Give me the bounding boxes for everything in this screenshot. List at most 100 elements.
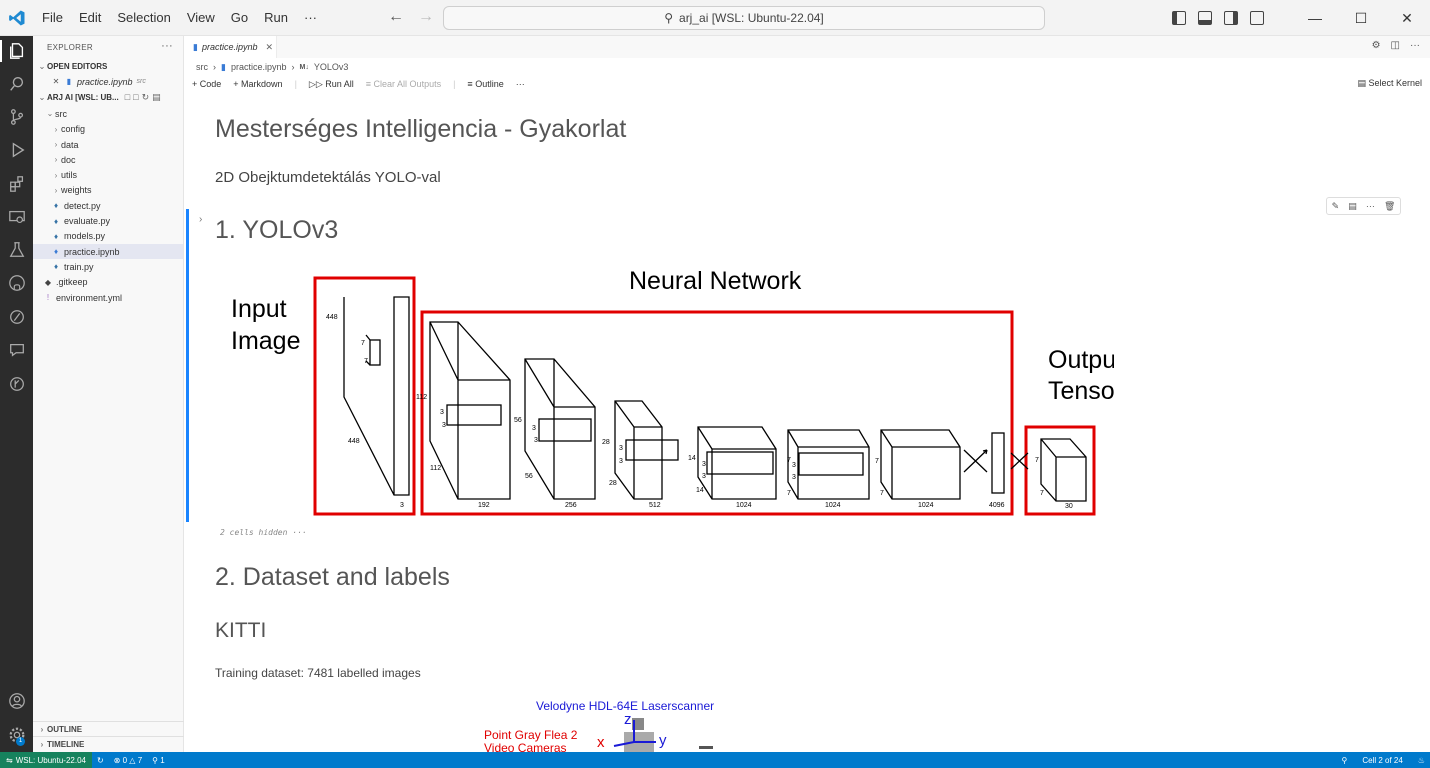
fc-cross-1 (963, 449, 988, 473)
sync-icon[interactable]: ↻ (92, 756, 109, 765)
chat-icon[interactable] (6, 339, 28, 361)
cell-more-icon[interactable]: ··· (1366, 201, 1375, 211)
close-tab-icon[interactable]: ✕ (265, 42, 273, 53)
layer6-cube (880, 429, 961, 500)
tree-item-evaluate-py[interactable]: ♦ evaluate.py (33, 213, 183, 228)
split-cell-icon[interactable]: ▤ (1348, 201, 1357, 212)
delete-trash-icon[interactable]: 🗑 (1384, 201, 1395, 212)
extensions-icon[interactable] (6, 173, 28, 195)
explorer-title: EXPLORER (47, 42, 93, 52)
outline-button[interactable]: ≡ Outline (467, 79, 503, 89)
yaml-file-icon: ! (46, 293, 50, 302)
tree-item-detect-py[interactable]: ♦ detect.py (33, 198, 183, 213)
timeline-history-icon[interactable] (6, 373, 28, 395)
gear-icon[interactable]: ⚙ (1372, 40, 1381, 51)
split-editor-icon[interactable]: ◫ (1391, 40, 1400, 51)
timeline-section[interactable]: › TIMELINE (33, 736, 184, 751)
workspace-section[interactable]: ⌄ ARJ AI [WSL: UB... □□↻▤ (33, 89, 183, 106)
add-markdown-button[interactable]: + Markdown (233, 79, 282, 89)
open-editors-section[interactable]: ⌄ OPEN EDITORS (33, 58, 183, 74)
tree-item-practice-ipynb[interactable]: ♦ practice.ipynb (33, 243, 183, 260)
close-window-button[interactable]: ✕ (1384, 0, 1430, 36)
tree-item-label: environment.yml (56, 292, 123, 303)
search-icon[interactable] (6, 73, 28, 95)
toolbar-more-button[interactable]: ··· (516, 79, 525, 89)
tree-item-label: models.py (64, 231, 106, 242)
customize-layout-icon[interactable] (1250, 11, 1264, 25)
notebook-toolbar: + Code + Markdown | ▷▷ Run All ≡ Clear A… (192, 78, 525, 90)
edit-pencil-icon[interactable]: ✎ (1332, 201, 1340, 212)
dim-label: 3 (440, 409, 444, 416)
run-all-button[interactable]: ▷▷ Run All (309, 79, 354, 90)
run-all-icon: ▷▷ (308, 78, 326, 89)
warning-icon: △ (129, 755, 136, 765)
menu-run[interactable]: Run (256, 0, 296, 36)
open-editor-item[interactable]: ✕ ▮ practice.ipynb src (33, 74, 183, 89)
explorer-icon[interactable] (6, 40, 28, 62)
dim-label: 3 (619, 445, 623, 452)
forward-arrow-icon[interactable]: → (418, 8, 434, 26)
kitti-heading: KITTI (215, 619, 267, 642)
warning-count: 7 (137, 755, 143, 765)
minimize-button[interactable]: — (1292, 0, 1338, 36)
cell-position[interactable]: Cell 2 of 24 (1352, 756, 1412, 765)
run-debug-icon[interactable] (6, 139, 28, 161)
command-center-search[interactable]: ⚲ arj_ai [WSL: Ubuntu-22.04] (443, 6, 1045, 30)
chevron-right-icon: › (54, 170, 58, 180)
menu-more[interactable]: ··· (296, 0, 325, 36)
dim-label: 7 (875, 458, 879, 465)
remote-indicator[interactable]: ⇋ WSL: Ubuntu-22.04 (0, 752, 92, 768)
dim-label: 112 (430, 465, 441, 472)
add-code-button[interactable]: + Code (192, 79, 221, 89)
clear-outputs-button[interactable]: ≡ Clear All Outputs (366, 79, 441, 89)
dim-label: 3 (534, 437, 538, 444)
tree-item-config[interactable]: › config (33, 122, 183, 137)
menu-edit[interactable]: Edit (71, 0, 109, 36)
zoom-icon[interactable]: ⚲ (1337, 756, 1353, 765)
back-arrow-icon[interactable]: ← (388, 8, 404, 26)
close-icon[interactable]: ✕ (51, 77, 61, 86)
menu-view[interactable]: View (179, 0, 223, 36)
outline-section[interactable]: › OUTLINE (33, 721, 184, 736)
menu-selection[interactable]: Selection (109, 0, 178, 36)
breadcrumb-section[interactable]: YOLOv3 (314, 62, 349, 72)
python-env-icon[interactable] (6, 306, 28, 328)
account-icon[interactable] (6, 690, 28, 712)
tree-item-src[interactable]: ⌄ src (33, 106, 183, 121)
tree-item-doc[interactable]: › doc (33, 152, 183, 167)
remote-explorer-icon[interactable] (6, 206, 28, 228)
tree-item-train-py[interactable]: ♦ train.py (33, 259, 183, 274)
github-icon[interactable] (6, 272, 28, 294)
tree-item-environment-yml[interactable]: ! environment.yml (33, 290, 183, 305)
tree-item-gitkeep[interactable]: ◆ .gitkeep (33, 275, 183, 290)
dim-label: 7 (364, 358, 368, 365)
menu-file[interactable]: File (34, 0, 71, 36)
tree-item-label: detect.py (64, 200, 101, 211)
collapse-chevron-icon[interactable]: › (199, 214, 202, 225)
section-yolov3-heading: 1. YOLOv3 (215, 216, 339, 244)
tree-item-utils[interactable]: › utils (33, 167, 183, 182)
select-kernel-button[interactable]: ▤ Select Kernel (1357, 78, 1422, 89)
workspace-actions-icon[interactable]: □□↻▤ (125, 92, 164, 103)
testing-flask-icon[interactable] (6, 239, 28, 261)
toggle-panel-icon[interactable] (1198, 11, 1212, 25)
tab-practice-ipynb[interactable]: ▮ practice.ipynb ✕ (184, 36, 277, 58)
notifications-bell-icon[interactable]: ♨ (1413, 756, 1430, 765)
section-dataset-heading: 2. Dataset and labels (215, 563, 450, 591)
menu-go[interactable]: Go (223, 0, 256, 36)
dim-label: 4096 (989, 502, 1005, 509)
hidden-cells-indicator[interactable]: 2 cells hidden ··· (220, 528, 307, 537)
tree-item-data[interactable]: › data (33, 137, 183, 152)
more-actions-icon[interactable]: ··· (161, 40, 173, 52)
tree-item-models-py[interactable]: ♦ models.py (33, 229, 183, 244)
ports-indicator[interactable]: ⚲ 1 (147, 756, 170, 765)
more-actions-icon[interactable]: ··· (1410, 40, 1420, 51)
maximize-button[interactable]: ☐ (1338, 0, 1384, 36)
problems-indicator[interactable]: ⊗ 0 △ 7 (109, 756, 147, 765)
tree-item-weights[interactable]: › weights (33, 183, 183, 198)
source-control-icon[interactable] (6, 106, 28, 128)
breadcrumb-file[interactable]: practice.ipynb (231, 62, 287, 72)
breadcrumb-src[interactable]: src (196, 62, 208, 72)
toggle-secondary-sidebar-icon[interactable] (1224, 11, 1238, 25)
toggle-primary-sidebar-icon[interactable] (1172, 11, 1186, 25)
